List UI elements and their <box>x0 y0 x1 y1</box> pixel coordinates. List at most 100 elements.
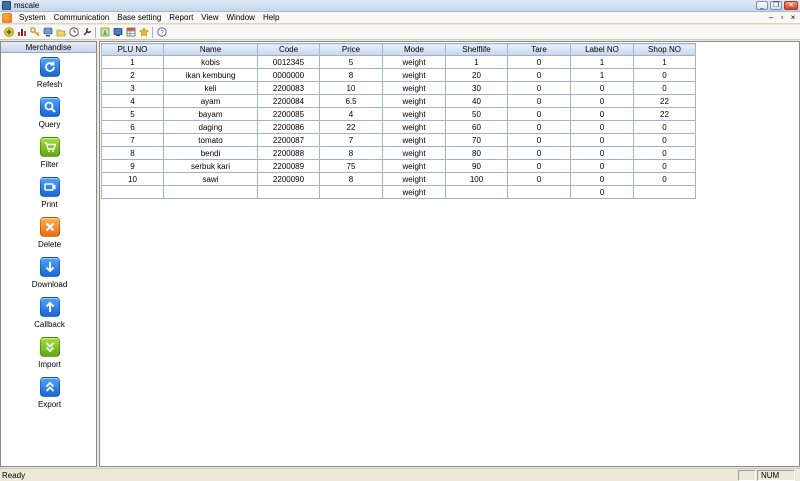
table-row[interactable]: 1 kobis 0012345 5 weight 1 0 1 1 <box>101 55 696 69</box>
query-button[interactable]: Query <box>1 97 98 129</box>
column-header-price[interactable]: Price <box>319 43 383 56</box>
cell-mode[interactable]: weight <box>382 159 446 173</box>
cell-code[interactable]: 2200090 <box>257 172 320 186</box>
cell-shelflife[interactable] <box>445 185 508 199</box>
cell-code[interactable]: 2200084 <box>257 94 320 108</box>
cell-shop-no[interactable] <box>633 185 696 199</box>
cell-mode[interactable]: weight <box>382 107 446 121</box>
cell-price[interactable]: 5 <box>319 55 383 69</box>
key-icon[interactable] <box>29 27 40 38</box>
doc-restore-icon[interactable]: ▫ <box>778 13 786 23</box>
cell-label-no[interactable]: 0 <box>570 107 634 121</box>
cell-label-no[interactable]: 0 <box>570 146 634 160</box>
column-header-code[interactable]: Code <box>257 43 320 56</box>
cell-tare[interactable]: 0 <box>507 133 571 147</box>
cell-code[interactable]: 2200083 <box>257 81 320 95</box>
table-row[interactable]: weight 0 <box>101 185 696 199</box>
cell-shelflife[interactable]: 100 <box>445 172 508 186</box>
monitor-icon[interactable] <box>112 27 123 38</box>
cell-tare[interactable]: 0 <box>507 81 571 95</box>
cell-name[interactable]: daging <box>163 120 258 134</box>
cell-shop-no[interactable]: 0 <box>633 81 696 95</box>
cell-tare[interactable]: 0 <box>507 159 571 173</box>
clock-icon[interactable] <box>68 27 79 38</box>
column-header-plu-no[interactable]: PLU NO <box>101 43 164 56</box>
cell-code[interactable]: 2200089 <box>257 159 320 173</box>
cell-name[interactable]: keli <box>163 81 258 95</box>
column-header-name[interactable]: Name <box>163 43 258 56</box>
download-button[interactable]: Download <box>1 257 98 289</box>
cell-price[interactable]: 8 <box>319 68 383 82</box>
network-icon[interactable] <box>42 27 53 38</box>
plus-icon[interactable] <box>3 27 14 38</box>
cell-code[interactable]: 0012345 <box>257 55 320 69</box>
column-header-shop-no[interactable]: Shop NO <box>633 43 696 56</box>
cell-shop-no[interactable]: 0 <box>633 146 696 160</box>
cell-name[interactable]: kobis <box>163 55 258 69</box>
menu-view[interactable]: View <box>197 12 222 24</box>
cell-code[interactable]: 2200087 <box>257 133 320 147</box>
cell-plu-no[interactable]: 10 <box>101 172 164 186</box>
cell-shelflife[interactable]: 70 <box>445 133 508 147</box>
filter-button[interactable]: Filter <box>1 137 98 169</box>
column-header-label-no[interactable]: Label NO <box>570 43 634 56</box>
cell-plu-no[interactable]: 6 <box>101 120 164 134</box>
cell-tare[interactable]: 0 <box>507 68 571 82</box>
doc-minimize-icon[interactable]: – <box>767 13 775 23</box>
cell-label-no[interactable]: 0 <box>570 172 634 186</box>
cell-plu-no[interactable]: 8 <box>101 146 164 160</box>
export-button[interactable]: Export <box>1 377 98 409</box>
scale-icon[interactable] <box>99 27 110 38</box>
cell-code[interactable]: 2200085 <box>257 107 320 121</box>
table-row[interactable]: 4 ayam 2200084 6.5 weight 40 0 0 22 <box>101 94 696 108</box>
cell-name[interactable]: tomato <box>163 133 258 147</box>
callback-button[interactable]: Callback <box>1 297 98 329</box>
cell-mode[interactable]: weight <box>382 68 446 82</box>
cell-price[interactable]: 75 <box>319 159 383 173</box>
cell-price[interactable]: 4 <box>319 107 383 121</box>
cell-shelflife[interactable]: 60 <box>445 120 508 134</box>
table-row[interactable]: 10 sawi 2200090 8 weight 100 0 0 0 <box>101 172 696 186</box>
cell-label-no[interactable]: 0 <box>570 94 634 108</box>
menu-communication[interactable]: Communication <box>50 12 114 24</box>
cell-price[interactable]: 22 <box>319 120 383 134</box>
cell-mode[interactable]: weight <box>382 172 446 186</box>
cell-tare[interactable]: 0 <box>507 55 571 69</box>
cell-tare[interactable]: 0 <box>507 172 571 186</box>
close-icon[interactable]: ✕ <box>784 1 798 10</box>
cell-code[interactable]: 2200086 <box>257 120 320 134</box>
cell-shop-no[interactable]: 0 <box>633 120 696 134</box>
menu-report[interactable]: Report <box>165 12 197 24</box>
column-header-shelflife[interactable]: Shelflife <box>445 43 508 56</box>
cell-price[interactable]: 7 <box>319 133 383 147</box>
cell-price[interactable]: 8 <box>319 146 383 160</box>
cell-tare[interactable]: 0 <box>507 120 571 134</box>
cell-code[interactable]: 2200088 <box>257 146 320 160</box>
cell-plu-no[interactable]: 2 <box>101 68 164 82</box>
cell-mode[interactable]: weight <box>382 120 446 134</box>
cell-code[interactable] <box>257 185 320 199</box>
cell-mode[interactable]: weight <box>382 55 446 69</box>
column-header-tare[interactable]: Tare <box>507 43 571 56</box>
cell-shop-no[interactable]: 0 <box>633 133 696 147</box>
table-row[interactable]: 5 bayam 2200085 4 weight 50 0 0 22 <box>101 107 696 121</box>
cell-name[interactable]: bendi <box>163 146 258 160</box>
cell-name[interactable]: sawi <box>163 172 258 186</box>
cell-plu-no[interactable]: 4 <box>101 94 164 108</box>
cell-shelflife[interactable]: 20 <box>445 68 508 82</box>
table-row[interactable]: 6 daging 2200086 22 weight 60 0 0 0 <box>101 120 696 134</box>
table-row[interactable]: 8 bendi 2200088 8 weight 80 0 0 0 <box>101 146 696 160</box>
cell-label-no[interactable]: 0 <box>570 133 634 147</box>
cell-name[interactable]: ikan kembung <box>163 68 258 82</box>
cell-shelflife[interactable]: 1 <box>445 55 508 69</box>
import-button[interactable]: Import <box>1 337 98 369</box>
cell-label-no[interactable]: 0 <box>570 185 634 199</box>
cell-shop-no[interactable]: 0 <box>633 172 696 186</box>
table-row[interactable]: 2 ikan kembung 0000000 8 weight 20 0 1 0 <box>101 68 696 82</box>
table-row[interactable]: 9 serbuk kari 2200089 75 weight 90 0 0 0 <box>101 159 696 173</box>
column-header-mode[interactable]: Mode <box>382 43 446 56</box>
cell-price[interactable]: 8 <box>319 172 383 186</box>
chart-icon[interactable] <box>16 27 27 38</box>
cell-name[interactable]: ayam <box>163 94 258 108</box>
table-icon[interactable] <box>125 27 136 38</box>
